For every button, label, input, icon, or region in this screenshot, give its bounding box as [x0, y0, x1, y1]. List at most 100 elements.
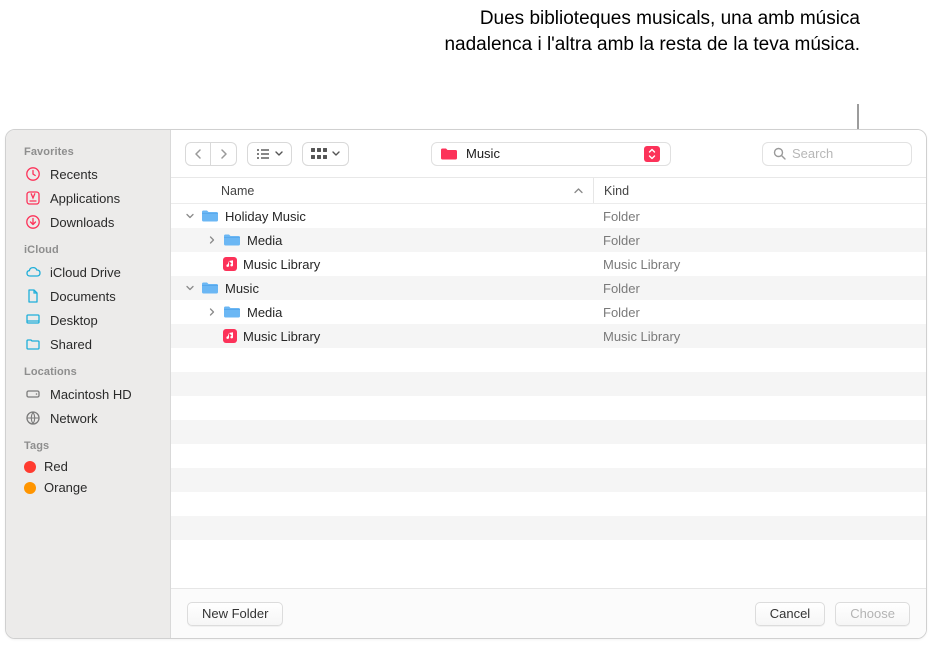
sidebar-item-documents[interactable]: Documents — [6, 284, 170, 308]
disclosure-triangle-icon[interactable] — [207, 308, 217, 316]
row-kind-label: Folder — [593, 209, 912, 224]
desktop-icon — [24, 311, 42, 329]
document-icon — [24, 287, 42, 305]
row-kind-label: Folder — [593, 233, 912, 248]
search-input[interactable] — [792, 146, 892, 161]
column-kind-header[interactable]: Kind — [593, 178, 912, 203]
row-name-cell: Music Library — [185, 257, 593, 272]
main-pane: Music Name Kind — [171, 130, 926, 638]
sidebar-item-label: Network — [50, 411, 98, 426]
toolbar: Music — [171, 130, 926, 178]
download-icon — [24, 213, 42, 231]
sidebar: Favorites Recents Applications Downloads… — [6, 130, 171, 638]
folder-icon — [223, 305, 241, 319]
column-name-header[interactable]: Name — [185, 184, 593, 198]
sidebar-item-label: Desktop — [50, 313, 98, 328]
forward-button[interactable] — [211, 142, 237, 166]
search-icon — [773, 147, 786, 160]
sidebar-item-macintosh-hd[interactable]: Macintosh HD — [6, 382, 170, 406]
finder-window: Favorites Recents Applications Downloads… — [5, 129, 927, 639]
sidebar-item-recents[interactable]: Recents — [6, 162, 170, 186]
column-header: Name Kind — [171, 178, 926, 204]
nav-arrows — [185, 142, 237, 166]
empty-row — [171, 420, 926, 444]
view-mode-button[interactable] — [247, 142, 292, 166]
back-button[interactable] — [185, 142, 211, 166]
sidebar-item-label: iCloud Drive — [50, 265, 121, 280]
row-name-label: Music — [225, 281, 259, 296]
table-row[interactable]: MusicFolder — [171, 276, 926, 300]
network-icon — [24, 409, 42, 427]
column-header-label: Name — [221, 184, 254, 198]
sidebar-item-network[interactable]: Network — [6, 406, 170, 430]
sidebar-item-label: Downloads — [50, 215, 114, 230]
sidebar-item-label: Shared — [50, 337, 92, 352]
sidebar-item-shared[interactable]: Shared — [6, 332, 170, 356]
sidebar-item-tag-orange[interactable]: Orange — [6, 477, 170, 498]
applications-icon — [24, 189, 42, 207]
empty-row — [171, 444, 926, 468]
disclosure-triangle-icon[interactable] — [207, 236, 217, 244]
sidebar-item-downloads[interactable]: Downloads — [6, 210, 170, 234]
search-field[interactable] — [762, 142, 912, 166]
row-name-cell: Holiday Music — [185, 209, 593, 224]
folder-icon — [223, 233, 241, 247]
row-name-cell: Media — [185, 305, 593, 320]
chevron-right-icon — [219, 149, 228, 159]
sidebar-group-icloud-title: iCloud — [6, 234, 170, 260]
sidebar-item-label: Recents — [50, 167, 98, 182]
chevron-down-icon — [275, 151, 283, 157]
row-name-cell: Media — [185, 233, 593, 248]
column-header-label: Kind — [604, 184, 629, 198]
table-row[interactable]: MediaFolder — [171, 300, 926, 324]
shared-folder-icon — [24, 335, 42, 353]
dialog-footer: New Folder Cancel Choose — [171, 588, 926, 638]
file-list: Holiday MusicFolderMediaFolderMusic Libr… — [171, 204, 926, 588]
sidebar-item-label: Red — [44, 459, 68, 474]
sort-ascending-icon — [574, 187, 583, 194]
cancel-button[interactable]: Cancel — [755, 602, 825, 626]
empty-row — [171, 516, 926, 540]
up-down-arrows-icon — [644, 146, 660, 162]
location-label: Music — [466, 146, 500, 161]
row-name-label: Holiday Music — [225, 209, 306, 224]
sidebar-item-label: Orange — [44, 480, 87, 495]
empty-row — [171, 372, 926, 396]
row-kind-label: Music Library — [593, 329, 912, 344]
table-row[interactable]: Music Library Music Library — [171, 324, 926, 348]
group-icon — [311, 148, 327, 160]
folder-icon — [440, 147, 458, 161]
music-library-icon — [223, 329, 237, 343]
sidebar-item-tag-red[interactable]: Red — [6, 456, 170, 477]
row-kind-label: Folder — [593, 305, 912, 320]
disclosure-triangle-icon[interactable] — [185, 212, 195, 220]
table-row[interactable]: Holiday Music Folder — [171, 204, 926, 228]
row-name-label: Music Library — [243, 329, 320, 344]
sidebar-item-label: Macintosh HD — [50, 387, 132, 402]
table-row[interactable]: MediaFolder — [171, 228, 926, 252]
empty-row — [171, 540, 926, 564]
empty-row — [171, 396, 926, 420]
choose-button[interactable]: Choose — [835, 602, 910, 626]
disclosure-triangle-icon[interactable] — [185, 284, 195, 292]
row-name-label: Music Library — [243, 257, 320, 272]
row-name-cell: Music Library — [185, 329, 593, 344]
sidebar-item-applications[interactable]: Applications — [6, 186, 170, 210]
clock-icon — [24, 165, 42, 183]
table-row[interactable]: Music LibraryMusic Library — [171, 252, 926, 276]
empty-row — [171, 468, 926, 492]
sidebar-item-label: Applications — [50, 191, 120, 206]
group-by-button[interactable] — [302, 142, 349, 166]
chevron-down-icon — [332, 151, 340, 157]
new-folder-button[interactable]: New Folder — [187, 602, 283, 626]
folder-icon — [201, 281, 219, 295]
empty-row — [171, 348, 926, 372]
location-popup[interactable]: Music — [431, 142, 671, 166]
hard-drive-icon — [24, 385, 42, 403]
list-view-icon — [256, 148, 270, 160]
empty-row — [171, 492, 926, 516]
sidebar-item-desktop[interactable]: Desktop — [6, 308, 170, 332]
sidebar-item-icloud-drive[interactable]: iCloud Drive — [6, 260, 170, 284]
chevron-left-icon — [194, 149, 203, 159]
sidebar-group-tags-title: Tags — [6, 430, 170, 456]
